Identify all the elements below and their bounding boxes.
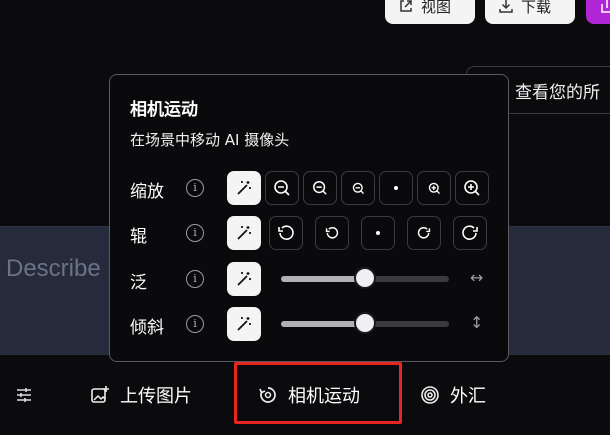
roll-right-small-button[interactable] [407,216,441,250]
zoom-in-icon [428,182,441,195]
download-label: 下载 [521,0,552,16]
download-button[interactable]: 下载 [485,0,575,24]
magic-wand-icon [235,179,253,197]
info-icon[interactable]: i [186,179,204,197]
horizontal-arrows-icon: ↔ [470,268,484,287]
dot-icon [393,185,399,191]
camera-motion-label: 相机运动 [288,386,360,407]
camera-motion-icon [258,385,278,405]
roll-right-large-button[interactable] [453,216,487,250]
roll-auto-button[interactable] [227,216,261,250]
roll-label: 辊 [130,227,147,247]
zoom-none-button[interactable] [379,171,413,205]
zoom-out-icon [352,182,365,195]
info-icon[interactable]: i [186,315,204,333]
roll-none-button[interactable] [361,216,395,250]
rotate-ccw-icon [325,226,339,240]
tilt-label: 倾斜 [130,318,164,338]
panel-title: 相机运动 [130,100,198,120]
zoom-row: 缩放 i [110,171,510,207]
zoom-label: 缩放 [130,182,164,202]
outpaint-label: 外汇 [450,386,486,407]
info-icon[interactable]: i [186,270,204,288]
rotate-ccw-icon [277,224,295,242]
prompt-placeholder: Describe [6,255,101,282]
camera-motion-button[interactable]: 相机运动 [258,355,360,435]
magic-wand-icon [235,315,253,333]
zoom-in-icon [463,179,481,197]
zoom-out-small-button[interactable] [341,171,375,205]
pan-auto-button[interactable] [227,262,261,296]
rotate-cw-icon [461,224,479,242]
image-plus-icon [90,385,110,405]
roll-left-small-button[interactable] [315,216,349,250]
view-label: 视图 [421,0,452,16]
share-button[interactable] [586,0,610,24]
roll-left-large-button[interactable] [269,216,303,250]
magic-wand-icon [235,224,253,242]
zoom-auto-button[interactable] [227,171,261,205]
share-icon [600,0,610,13]
zoom-out-icon [273,179,291,197]
tilt-row: 倾斜 i ↕ [110,307,510,343]
settings-button[interactable] [14,355,34,435]
zoom-in-small-button[interactable] [417,171,451,205]
tilt-auto-button[interactable] [227,307,261,341]
upload-image-button[interactable]: 上传图片 [90,355,192,435]
pan-label: 泛 [130,273,147,293]
zoom-in-large-button[interactable] [455,171,489,205]
roll-row: 辊 i [110,216,510,252]
camera-motion-panel: 相机运动 在场景中移动 AI 摄像头 缩放 i 辊 i 泛 i ↔ 倾斜 i ↕ [109,74,509,362]
tilt-slider[interactable] [281,312,449,334]
outpaint-button[interactable]: 外汇 [420,355,486,435]
dot-icon [375,230,381,236]
pan-slider-thumb[interactable] [354,267,376,289]
vertical-arrows-icon: ↕ [470,313,484,332]
magic-wand-icon [235,270,253,288]
zoom-out-large-button[interactable] [265,171,299,205]
pan-slider[interactable] [281,267,449,289]
pan-slider-fill [281,276,365,282]
zoom-out-icon [312,180,328,196]
pan-row: 泛 i ↔ [110,262,510,298]
upload-label: 上传图片 [120,386,192,407]
download-icon [499,0,513,13]
rotate-cw-icon [417,226,431,240]
tilt-slider-thumb[interactable] [354,312,376,334]
tilt-slider-fill [281,321,365,327]
history-label: 查看您的所 [515,82,600,103]
spiral-icon [420,385,440,405]
bottom-toolbar: 上传图片 相机运动 外汇 [0,354,610,435]
view-button[interactable]: 视图 [385,0,475,24]
external-link-icon [399,0,413,13]
sliders-icon [14,385,34,405]
panel-subtitle: 在场景中移动 AI 摄像头 [130,131,290,149]
zoom-out-medium-button[interactable] [303,171,337,205]
info-icon[interactable]: i [186,224,204,242]
